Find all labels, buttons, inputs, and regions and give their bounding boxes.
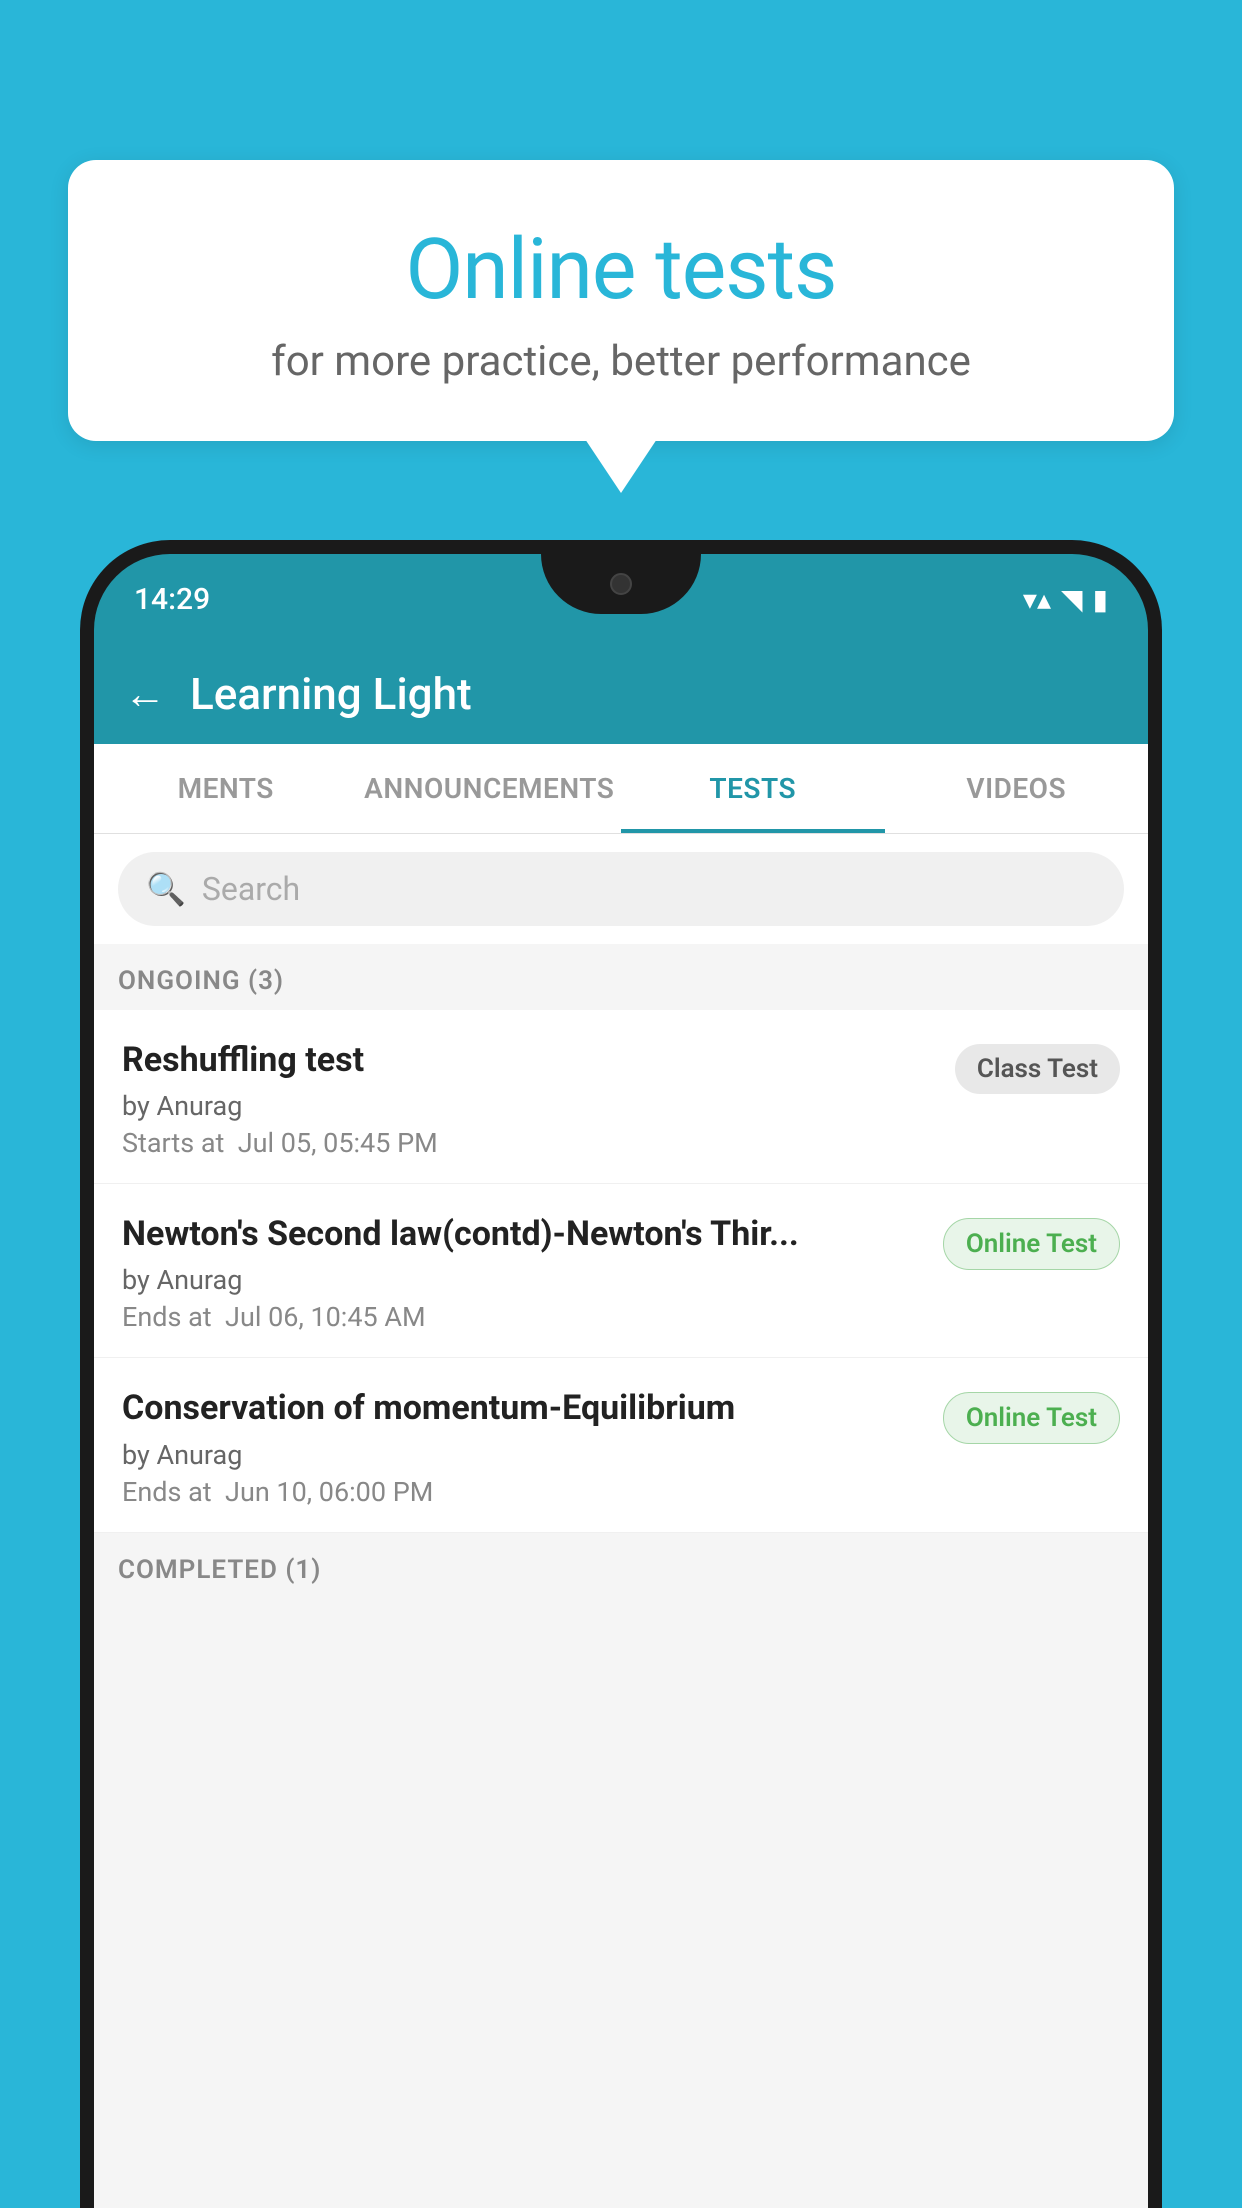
tab-announcements[interactable]: ANNOUNCEMENTS <box>358 744 622 833</box>
completed-label: COMPLETED (1) <box>118 1555 321 1585</box>
search-container: 🔍 Search <box>94 834 1148 944</box>
notch-cutout <box>541 554 701 614</box>
app-title: Learning Light <box>190 668 472 720</box>
test-time-2: Ends at Jul 06, 10:45 AM <box>122 1301 923 1333</box>
status-bar: 14:29 ▾▴ ◥ ▮ <box>94 554 1148 644</box>
ongoing-label: ONGOING (3) <box>118 966 284 996</box>
test-item-1[interactable]: Reshuffling test by Anurag Starts at Jul… <box>94 1010 1148 1184</box>
badge-1: Class Test <box>955 1044 1120 1094</box>
test-info-1: Reshuffling test by Anurag Starts at Jul… <box>122 1038 955 1159</box>
test-by-1: by Anurag <box>122 1090 935 1122</box>
camera-dot <box>610 573 632 595</box>
test-info-2: Newton's Second law(contd)-Newton's Thir… <box>122 1212 943 1333</box>
app-header: ← Learning Light <box>94 644 1148 744</box>
tab-videos[interactable]: VIDEOS <box>885 744 1149 833</box>
test-item-2[interactable]: Newton's Second law(contd)-Newton's Thir… <box>94 1184 1148 1358</box>
test-name-3: Conservation of momentum-Equilibrium <box>122 1386 923 1430</box>
status-icons: ▾▴ ◥ ▮ <box>1023 583 1108 616</box>
battery-icon: ▮ <box>1093 583 1108 616</box>
test-name-1: Reshuffling test <box>122 1038 935 1082</box>
test-info-3: Conservation of momentum-Equilibrium by … <box>122 1386 943 1507</box>
tab-tests[interactable]: TESTS <box>621 744 885 833</box>
phone-inner: 14:29 ▾▴ ◥ ▮ ← Learning Light MENTS ANNO… <box>94 554 1148 2208</box>
test-by-2: by Anurag <box>122 1264 923 1296</box>
back-button[interactable]: ← <box>124 670 166 719</box>
status-time: 14:29 <box>134 582 210 617</box>
signal-icon: ◥ <box>1061 583 1083 616</box>
wifi-icon: ▾▴ <box>1023 583 1051 616</box>
ongoing-section-header: ONGOING (3) <box>94 944 1148 1010</box>
test-by-3: by Anurag <box>122 1439 923 1471</box>
search-icon: 🔍 <box>146 870 186 908</box>
badge-2: Online Test <box>943 1218 1120 1270</box>
bubble-title: Online tests <box>118 220 1124 319</box>
bubble-subtitle: for more practice, better performance <box>118 337 1124 386</box>
tabs-bar: MENTS ANNOUNCEMENTS TESTS VIDEOS <box>94 744 1148 834</box>
phone-frame: 14:29 ▾▴ ◥ ▮ ← Learning Light MENTS ANNO… <box>80 540 1162 2208</box>
badge-3: Online Test <box>943 1392 1120 1444</box>
completed-section-header: COMPLETED (1) <box>94 1533 1148 1599</box>
speech-bubble: Online tests for more practice, better p… <box>68 160 1174 441</box>
test-name-2: Newton's Second law(contd)-Newton's Thir… <box>122 1212 923 1256</box>
tab-ments[interactable]: MENTS <box>94 744 358 833</box>
phone-content: 🔍 Search ONGOING (3) Reshuffling test by… <box>94 834 1148 2208</box>
test-time-1: Starts at Jul 05, 05:45 PM <box>122 1127 935 1159</box>
search-placeholder: Search <box>202 870 300 908</box>
search-bar[interactable]: 🔍 Search <box>118 852 1124 926</box>
test-item-3[interactable]: Conservation of momentum-Equilibrium by … <box>94 1358 1148 1532</box>
test-time-3: Ends at Jun 10, 06:00 PM <box>122 1476 923 1508</box>
